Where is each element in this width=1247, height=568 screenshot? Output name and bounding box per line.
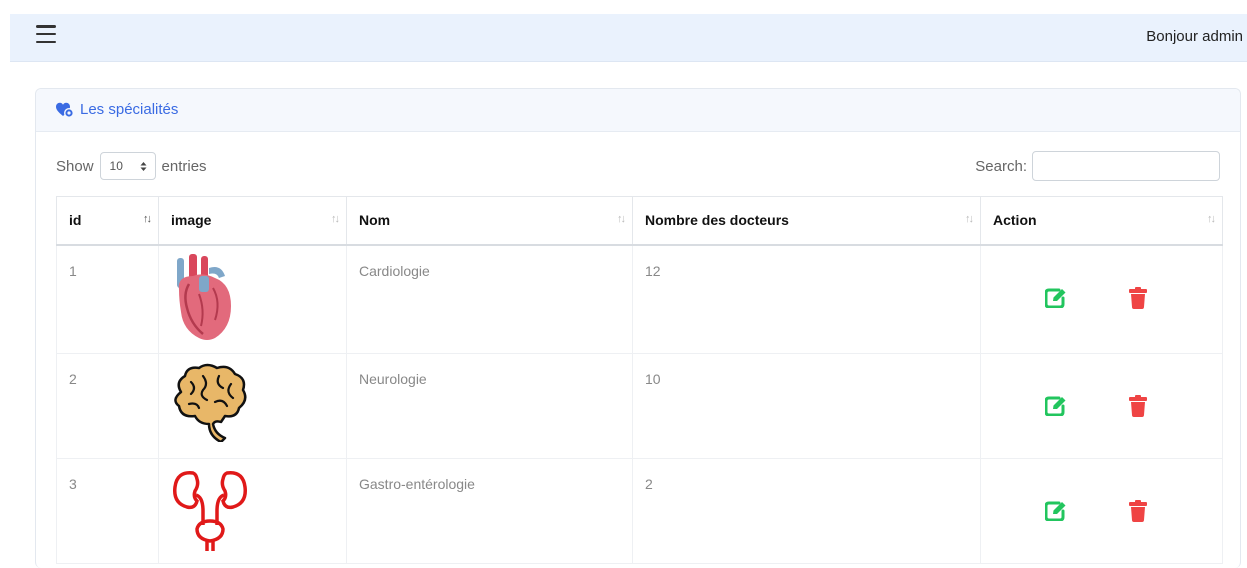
length-control: Show 10 entries <box>56 152 207 180</box>
cell-action <box>980 458 1223 564</box>
entries-select[interactable]: 10 <box>99 152 156 180</box>
column-header-docteurs[interactable]: Nombre des docteurs ↑↓ <box>632 196 981 246</box>
table-header-row: id ↑↓ image ↑↓ Nom ↑↓ Nombre des docteur… <box>56 196 1223 246</box>
brain-icon <box>174 363 247 443</box>
cell-id: 1 <box>56 244 159 354</box>
edit-icon[interactable] <box>1045 396 1067 416</box>
sort-icon: ↑↓ <box>331 213 340 225</box>
search-label: Search: <box>975 157 1027 175</box>
cell-docteurs: 2 <box>632 458 981 564</box>
sort-icon: ↑↓ <box>143 213 152 225</box>
entries-select-value: 10 <box>109 159 123 173</box>
user-greeting[interactable]: Bonjour admin <box>1146 28 1243 45</box>
card-title-text: Les spécialités <box>80 101 179 118</box>
menu-toggle-icon[interactable] <box>36 25 56 43</box>
table-row: 3 Gastro-entérologie 2 <box>56 458 1223 564</box>
cell-action <box>980 353 1223 459</box>
delete-icon[interactable] <box>1129 394 1147 417</box>
cell-id: 3 <box>56 458 159 564</box>
heart-icon <box>177 253 231 340</box>
cell-docteurs: 12 <box>632 244 981 354</box>
table-row: 2 Neurologie 10 <box>56 353 1223 459</box>
card-title: Les spécialités <box>56 101 178 118</box>
cell-nom: Cardiologie <box>346 244 633 354</box>
cell-action <box>980 244 1223 354</box>
column-header-image[interactable]: image ↑↓ <box>158 196 347 246</box>
specialties-table: id ↑↓ image ↑↓ Nom ↑↓ Nombre des docteur… <box>56 196 1223 564</box>
heart-hand-icon <box>56 102 74 118</box>
kidneys-icon <box>173 470 247 551</box>
edit-icon[interactable] <box>1045 501 1067 521</box>
search-control: Search: <box>975 151 1220 181</box>
sort-icon: ↑↓ <box>617 213 626 225</box>
specialties-card: Les spécialités Show 10 entries Search: … <box>35 88 1241 568</box>
cell-image <box>158 458 347 564</box>
column-header-nom[interactable]: Nom ↑↓ <box>346 196 633 246</box>
cell-docteurs: 10 <box>632 353 981 459</box>
sort-icon: ↑↓ <box>1207 213 1216 225</box>
search-input[interactable] <box>1032 151 1220 181</box>
delete-icon[interactable] <box>1129 286 1147 309</box>
delete-icon[interactable] <box>1129 499 1147 522</box>
column-header-id[interactable]: id ↑↓ <box>56 196 159 246</box>
cell-image <box>158 244 347 354</box>
cell-nom: Neurologie <box>346 353 633 459</box>
select-arrows-icon <box>140 161 147 171</box>
table-row: 1 Cardiologie 12 <box>56 244 1223 354</box>
cell-nom: Gastro-entérologie <box>346 458 633 564</box>
top-navbar: Bonjour admin <box>10 14 1247 62</box>
show-label: Show <box>56 157 94 175</box>
column-header-action[interactable]: Action ↑↓ <box>980 196 1223 246</box>
edit-icon[interactable] <box>1045 288 1067 308</box>
sort-icon: ↑↓ <box>965 213 974 225</box>
entries-label: entries <box>161 157 207 175</box>
card-header: Les spécialités <box>36 89 1240 132</box>
cell-id: 2 <box>56 353 159 459</box>
cell-image <box>158 353 347 459</box>
